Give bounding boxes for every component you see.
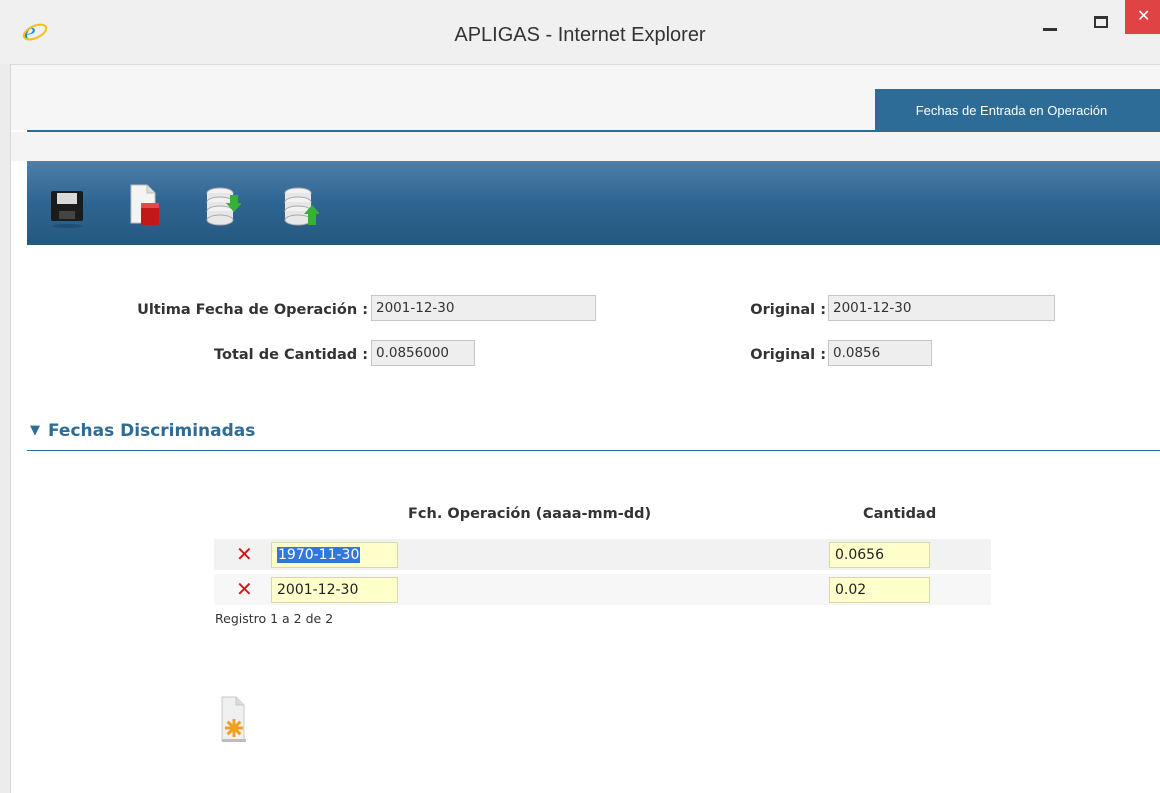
date-input[interactable]: 2001-12-30	[271, 577, 398, 603]
qty-input[interactable]: 0.02	[829, 577, 930, 603]
expand-triangle-icon: ▼	[30, 423, 40, 438]
left-frame	[0, 64, 11, 793]
new-document-icon[interactable]	[216, 695, 256, 747]
qty-input[interactable]: 0.0656	[829, 542, 930, 568]
selected-text: 1970-11-30	[277, 547, 361, 563]
delete-row-icon[interactable]: ✕	[236, 579, 253, 599]
record-count: Registro 1 a 2 de 2	[215, 611, 334, 626]
database-export-icon[interactable]	[283, 181, 319, 229]
tab-fechas-entrada-operacion[interactable]: Fechas de Entrada en Operación	[875, 89, 1160, 130]
floppy-disk-save-icon[interactable]	[49, 181, 85, 229]
total-qty-original-label: Original :	[750, 347, 826, 363]
column-header-date: Fch. Operación (aaaa-mm-dd)	[408, 506, 652, 522]
toolbar	[27, 161, 1160, 245]
toolbar-spacer	[11, 132, 1160, 161]
last-date-field[interactable]: 2001-12-30	[371, 295, 596, 321]
close-icon: ✕	[1137, 6, 1151, 25]
column-header-qty: Cantidad	[863, 506, 937, 522]
last-date-label: Ultima Fecha de Operación :	[137, 302, 368, 318]
maximize-icon[interactable]	[1094, 16, 1108, 28]
total-qty-original-field[interactable]: 0.0856	[828, 340, 932, 366]
section-divider	[27, 450, 1160, 451]
total-qty-label: Total de Cantidad :	[214, 347, 368, 363]
delete-row-icon[interactable]: ✕	[236, 544, 253, 564]
table-row: ✕ 1970-11-30 0.0656	[214, 539, 991, 570]
last-date-original-label: Original :	[750, 302, 826, 318]
window-title: APLIGAS - Internet Explorer	[454, 24, 706, 46]
last-date-original-field[interactable]: 2001-12-30	[828, 295, 1055, 321]
database-import-icon[interactable]	[205, 181, 241, 229]
close-window-button[interactable]: ✕	[1125, 0, 1160, 34]
section-title-text: Fechas Discriminadas	[48, 421, 256, 441]
total-qty-field[interactable]: 0.0856000	[371, 340, 475, 366]
document-delete-icon[interactable]	[127, 181, 163, 229]
minimize-icon[interactable]	[1043, 28, 1057, 31]
date-input[interactable]: 1970-11-30	[271, 542, 398, 568]
table-row: ✕ 2001-12-30 0.02	[214, 574, 991, 605]
section-fechas-discriminadas[interactable]: ▼ Fechas Discriminadas	[30, 421, 255, 441]
